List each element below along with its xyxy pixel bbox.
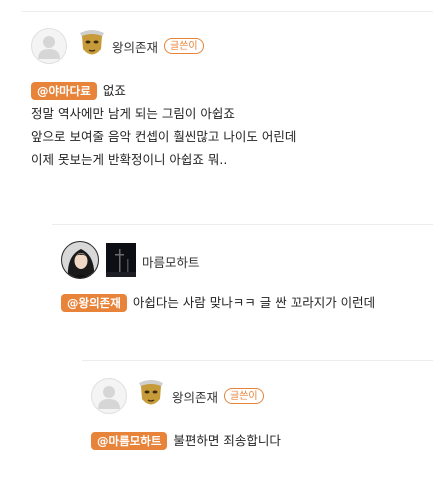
author-name[interactable]: 왕의존재 [172,387,218,406]
comment-line: @야마다료 없죠 [31,78,296,102]
author-name[interactable]: 왕의존재 [112,37,158,56]
comment-body: @마름모하트 불편하면 죄송합니다 [91,428,281,452]
avatar[interactable] [61,241,99,279]
avatar[interactable] [91,378,127,414]
divider [22,11,433,12]
photo-badge-icon [106,243,136,277]
comment-body: @야마다료 없죠 정말 역사에만 남게 되는 그림이 아쉽죠 앞으로 보여줄 음악… [31,78,296,171]
mask-badge-icon [139,380,163,405]
avatar[interactable] [31,28,67,64]
divider [82,360,433,361]
comment-line: 앞으로 보여줄 음악 컨셉이 훨씬많고 나이도 어린데 [31,129,297,144]
comment-line: 이제 못보는게 반확정이니 아쉽죠 뭐.. [31,152,228,167]
mask-badge-icon [80,30,104,55]
comment-body: @왕의존재 아쉽다는 사람 맞나ㅋㅋ 글 싼 꼬라지가 이런데 [61,290,375,314]
writer-badge: 글쓴이 [164,38,204,54]
author-name[interactable]: 마름모하트 [142,252,200,271]
comment-line: @마름모하트 불편하면 죄송합니다 [91,428,281,452]
profile-photo-icon [62,242,98,278]
writer-badge: 글쓴이 [224,388,264,404]
mention-tag[interactable]: @왕의존재 [61,293,127,312]
comment-line: @왕의존재 아쉽다는 사람 맞나ㅋㅋ 글 싼 꼬라지가 이런데 [61,290,375,314]
divider [52,224,433,225]
default-user-icon [98,386,120,409]
mention-tag[interactable]: @마름모하트 [91,431,168,450]
comment-line: 정말 역사에만 남게 되는 그림이 아쉽죠 [31,106,235,121]
mention-tag[interactable]: @야마다료 [31,81,97,100]
default-user-icon [38,36,60,59]
